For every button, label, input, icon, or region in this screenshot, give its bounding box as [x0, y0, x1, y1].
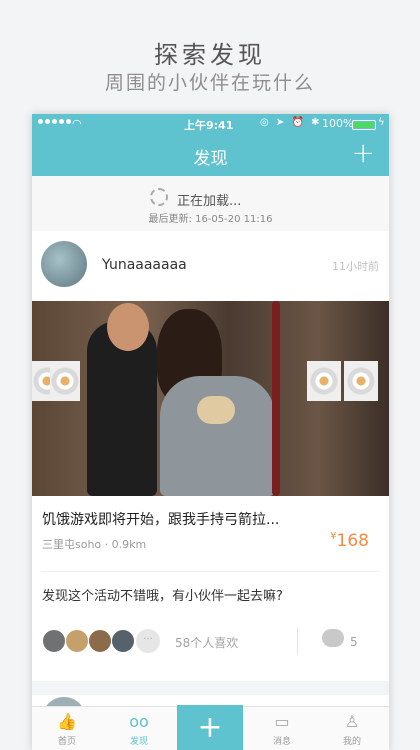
- tab-create-button[interactable]: +: [177, 705, 243, 750]
- charging-icon: ϟ: [378, 117, 385, 128]
- likes-row: ··· 58个人喜欢 5: [32, 623, 389, 663]
- likes-count[interactable]: 58个人喜欢: [175, 634, 238, 651]
- comment-icon[interactable]: [322, 629, 344, 647]
- post-location: 三里屯soho · 0.9km: [42, 538, 147, 551]
- card-separator: [32, 681, 389, 695]
- post-time: 11小时前: [332, 260, 379, 273]
- liker-avatar[interactable]: [111, 629, 135, 653]
- liker-avatar[interactable]: [88, 629, 112, 653]
- tab-label: 我的: [342, 737, 361, 747]
- add-button[interactable]: +: [352, 138, 375, 168]
- person-icon: ♙: [344, 712, 360, 731]
- signal-dots-icon: [38, 119, 71, 124]
- tab-label: 消息: [272, 737, 291, 747]
- divider: [297, 627, 298, 655]
- archery-target: [307, 361, 341, 401]
- divider: [42, 571, 379, 572]
- bow: [272, 301, 280, 496]
- tab-discover[interactable]: oo 发现: [104, 707, 174, 750]
- status-time: 上午9:41: [184, 119, 234, 132]
- comment-count[interactable]: 5: [350, 635, 358, 649]
- archery-target: [344, 361, 378, 401]
- person-head: [107, 303, 149, 351]
- spinner-icon: [150, 188, 168, 206]
- thumbs-up-icon: 👍: [57, 712, 77, 731]
- nav-bar: 发现 +: [32, 134, 389, 176]
- phone-screen: ◠ 上午9:41 ◎ ➤ ⏰ ✱ 100% ϟ 发现 + 正在加载... 最后更…: [32, 114, 389, 750]
- last-update-text: 最后更新: 16-05-20 11:16: [148, 214, 273, 225]
- battery-icon: [352, 120, 376, 130]
- more-likers-icon[interactable]: ···: [136, 629, 160, 653]
- tab-label: 发现: [129, 737, 148, 747]
- promo-subtitle: 周围的小伙伴在玩什么: [104, 72, 315, 94]
- page-title: 发现: [193, 149, 228, 169]
- status-icons: ◎ ➤ ⏰ ✱: [260, 117, 322, 128]
- liker-avatar[interactable]: [42, 629, 66, 653]
- avatar[interactable]: [41, 241, 87, 287]
- tab-messages[interactable]: ▭ 消息: [247, 707, 317, 750]
- pull-to-refresh: 正在加载... 最后更新: 16-05-20 11:16: [32, 176, 389, 231]
- liker-avatar[interactable]: [65, 629, 89, 653]
- post-price: ¥168: [330, 531, 369, 551]
- price-value: 168: [336, 531, 369, 551]
- post-title[interactable]: 饥饿游戏即将开始，跟我手持弓箭拉...: [42, 509, 279, 529]
- loading-text: 正在加载...: [177, 194, 242, 209]
- username[interactable]: Yunaaaaaaa: [102, 257, 187, 273]
- archery-target: [50, 361, 80, 401]
- status-bar: ◠ 上午9:41 ◎ ➤ ⏰ ✱ 100% ϟ: [32, 114, 389, 134]
- tab-bar: 👍 首页 oo 发现 + ▭ 消息 ♙ 我的: [32, 705, 389, 750]
- chat-bubble-overlay: [197, 396, 235, 424]
- post-card[interactable]: Yunaaaaaaa 11小时前 饥饿游戏即将开始，跟我手持弓箭拉... 三里屯…: [32, 231, 389, 681]
- archer-figure: [160, 376, 275, 496]
- tab-profile[interactable]: ♙ 我的: [317, 707, 387, 750]
- promo-title: 探索发现: [154, 41, 266, 69]
- chat-bubble-icon: ▭: [274, 712, 290, 731]
- battery-percent: 100%: [322, 117, 354, 130]
- tab-label: 首页: [57, 737, 76, 747]
- post-comment: 发现这个活动不错哦，有小伙伴一起去嘛?: [42, 589, 283, 604]
- glasses-icon: oo: [129, 712, 149, 731]
- wifi-icon: ◠: [72, 117, 82, 130]
- post-photo[interactable]: [32, 301, 389, 496]
- tab-home[interactable]: 👍 首页: [32, 707, 102, 750]
